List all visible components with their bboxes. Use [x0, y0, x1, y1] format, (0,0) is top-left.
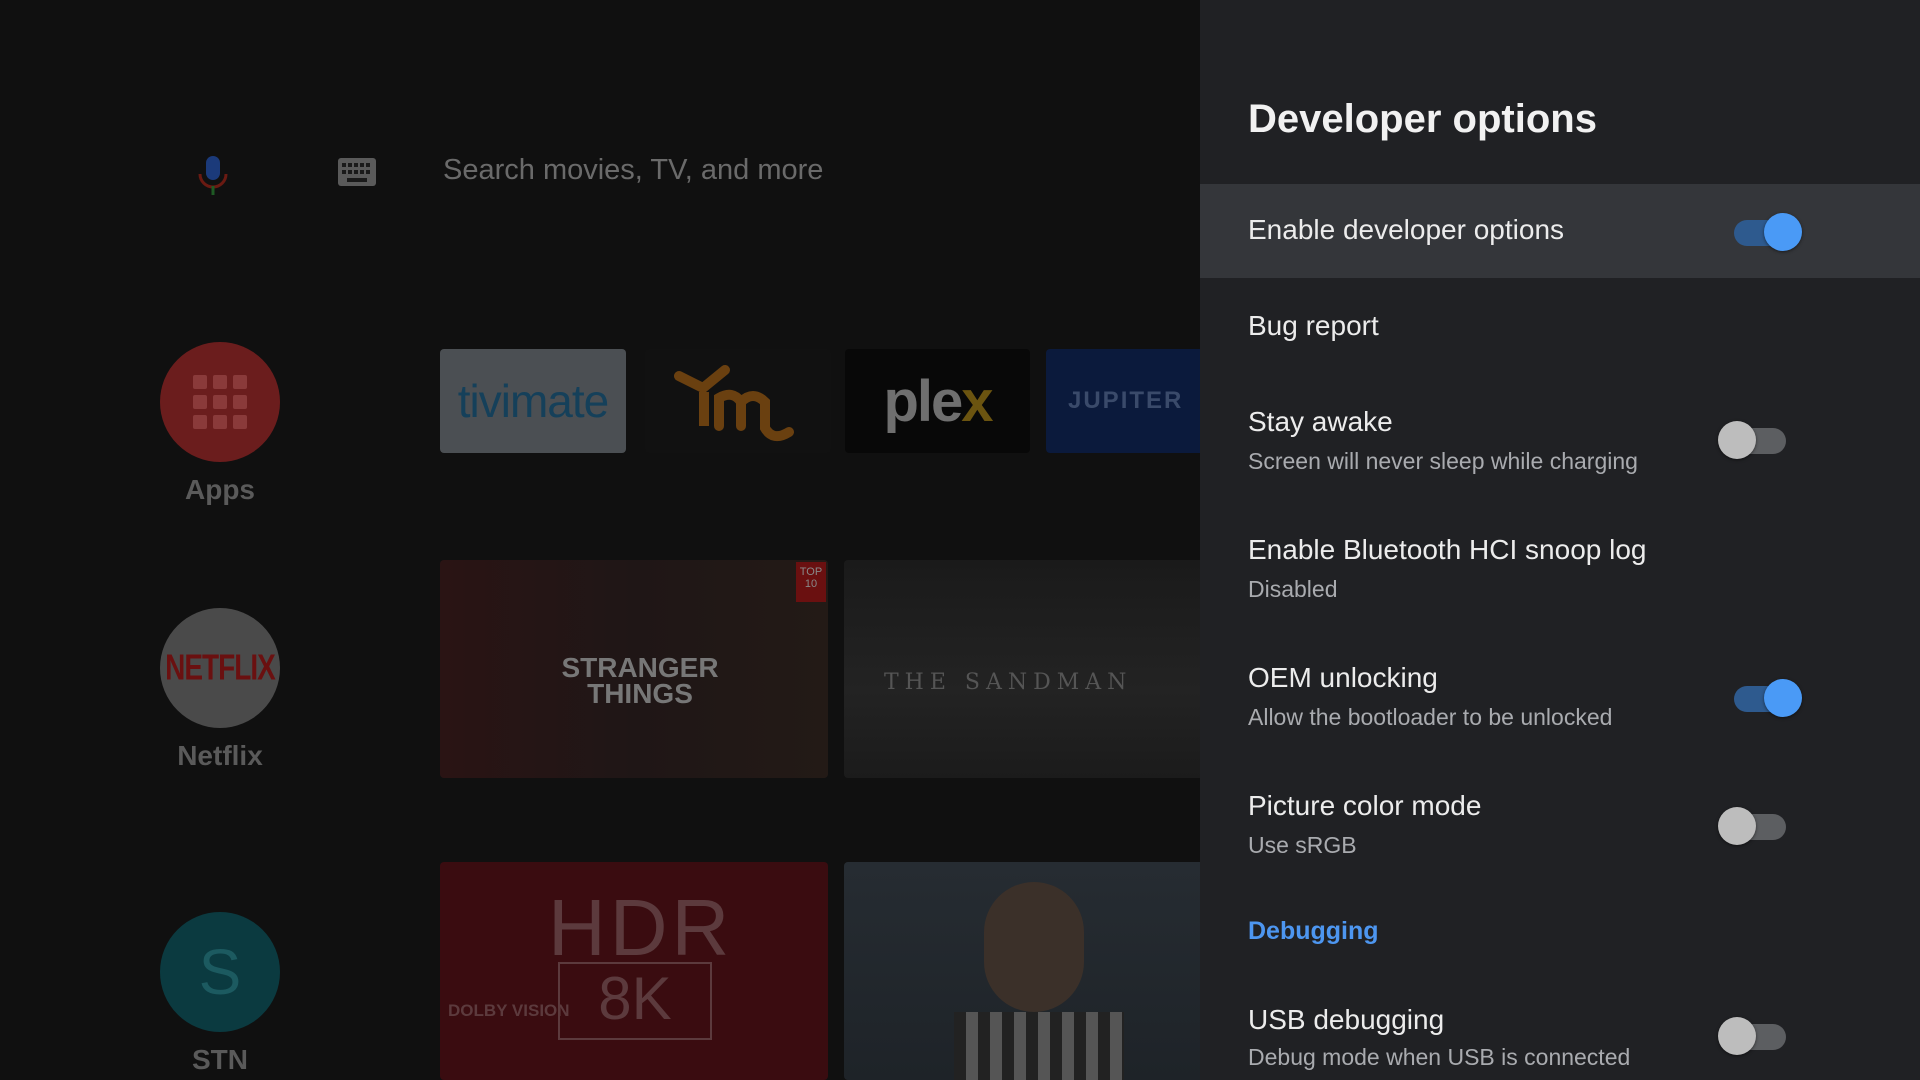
developer-options-panel: Developer options Enable developer optio…	[1200, 0, 1920, 1080]
row-bug-report[interactable]: Bug report	[1200, 290, 1920, 366]
sidebar-item-label: Apps	[185, 474, 255, 505]
row-title: Stay awake	[1248, 406, 1393, 437]
app-tile-plex[interactable]: plex	[845, 349, 1030, 453]
toggle-thumb	[1718, 807, 1756, 845]
thumbnail-face	[984, 882, 1084, 1012]
stn-beta-logo: S	[160, 912, 280, 1032]
hdr-text: HDR	[548, 883, 734, 972]
sidebar-item-apps[interactable]: Apps	[158, 342, 282, 506]
toggle-thumb	[1718, 421, 1756, 459]
plex-logo: plex	[883, 368, 993, 434]
media-tile-stranger-things[interactable]: STRANGER THINGS TOP 10	[440, 560, 828, 778]
sidebar-item-stn-beta[interactable]: S STN Beta	[158, 912, 282, 1080]
media-title: STRANGER THINGS	[561, 652, 719, 709]
row-title: OEM unlocking	[1248, 662, 1438, 693]
netflix-logo-text: NETFLIX	[165, 647, 276, 688]
row-subtitle: Screen will never sleep while charging	[1248, 448, 1638, 474]
netflix-logo: NETFLIX	[160, 608, 280, 728]
stay-awake-toggle[interactable]	[1718, 418, 1790, 459]
picture-color-mode-toggle[interactable]	[1718, 804, 1790, 845]
top10-badge: TOP 10	[796, 562, 826, 602]
im-logo	[674, 365, 794, 442]
toggle-thumb	[1764, 679, 1802, 717]
row-oem-unlocking[interactable]: OEM unlocking Allow the bootloader to be…	[1200, 650, 1920, 760]
row-title: Enable developer options	[1248, 214, 1565, 245]
8k-text: 8K	[558, 962, 712, 1040]
row-title: Bug report	[1248, 310, 1379, 341]
app-tile-tivimate[interactable]: tivimate	[440, 349, 626, 453]
row-subtitle: Use sRGB	[1248, 832, 1357, 858]
row-usb-debugging[interactable]: USB debugging Debug mode when USB is con…	[1200, 990, 1920, 1080]
row-title: Picture color mode	[1248, 790, 1482, 821]
panel-title: Developer options	[1248, 97, 1597, 141]
row-enable-developer-options[interactable]: Enable developer options	[1200, 184, 1920, 278]
keyboard-icon[interactable]	[337, 157, 377, 187]
section-header-debugging: Debugging	[1248, 917, 1379, 945]
app-tile-jupiter[interactable]: JUPITER	[1046, 349, 1200, 453]
enable-developer-options-toggle[interactable]	[1730, 210, 1802, 251]
microphone-icon[interactable]	[190, 152, 236, 198]
toggle-thumb	[1764, 213, 1802, 251]
sidebar-item-netflix[interactable]: NETFLIX Netflix	[158, 608, 282, 772]
app-tile-im[interactable]	[645, 349, 831, 453]
apps-grid-icon	[160, 342, 280, 462]
media-tile-video-thumbnail[interactable]	[844, 862, 1200, 1080]
sidebar-item-label: Netflix	[177, 740, 263, 771]
row-title: USB debugging	[1248, 1004, 1445, 1035]
sidebar-item-label: STN Beta	[190, 1044, 251, 1080]
usb-debugging-toggle[interactable]	[1718, 1014, 1790, 1055]
media-tile-hdr-8k[interactable]: HDR 8K DOLBY VISION	[440, 862, 828, 1080]
row-stay-awake[interactable]: Stay awake Screen will never sleep while…	[1200, 390, 1920, 500]
thumbnail-shirt	[954, 1012, 1124, 1080]
media-tile-sandman[interactable]: THE SANDMAN	[844, 560, 1200, 778]
home-screen-background: Search movies, TV, and more Apps NETFLIX…	[0, 0, 1200, 1080]
dolby-vision-logo: DOLBY VISION	[448, 1001, 570, 1020]
stn-logo-text: S	[198, 936, 242, 1008]
search-placeholder: Search movies, TV, and more	[443, 154, 824, 186]
row-subtitle: Debug mode when USB is connected	[1248, 1044, 1631, 1070]
oem-unlocking-toggle[interactable]	[1730, 676, 1802, 717]
media-title: THE SANDMAN	[884, 670, 1133, 695]
row-subtitle: Allow the bootloader to be unlocked	[1248, 704, 1613, 730]
row-picture-color-mode[interactable]: Picture color mode Use sRGB	[1200, 780, 1920, 890]
tivimate-logo-text: tivimate	[457, 375, 609, 427]
jupiter-logo-text: JUPITER	[1068, 387, 1184, 414]
row-subtitle: Disabled	[1248, 576, 1338, 602]
row-bluetooth-hci-snoop-log[interactable]: Enable Bluetooth HCI snoop log Disabled	[1200, 520, 1920, 630]
row-title: Enable Bluetooth HCI snoop log	[1248, 534, 1647, 565]
toggle-thumb	[1718, 1017, 1756, 1055]
